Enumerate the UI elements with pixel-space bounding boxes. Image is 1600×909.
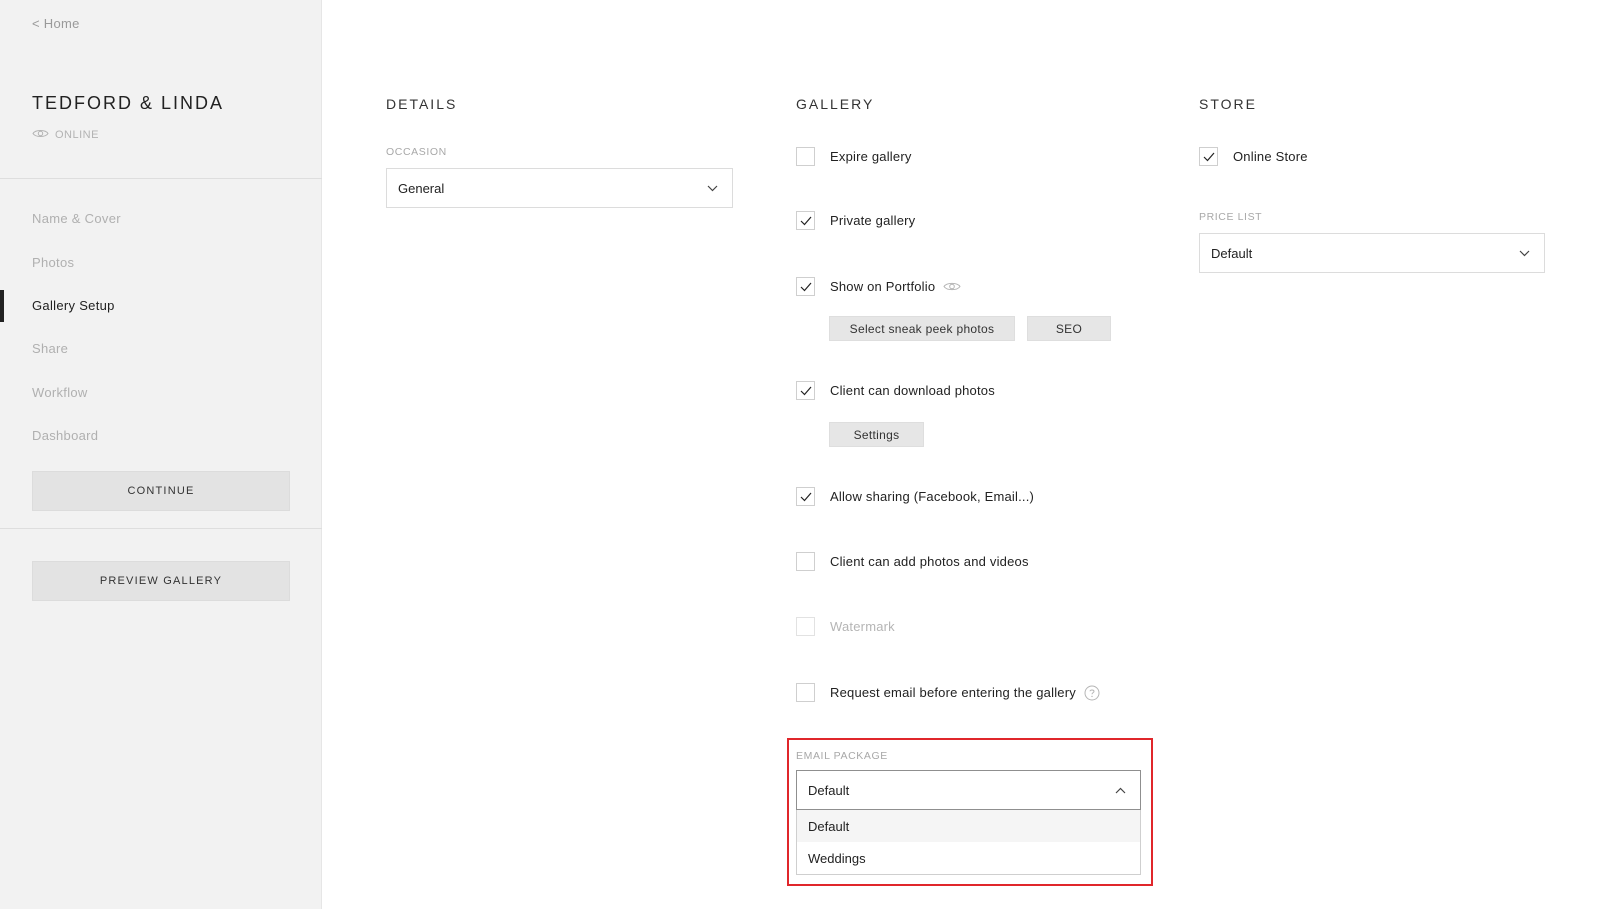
allow-sharing-label: Allow sharing (Facebook, Email...) [830, 489, 1035, 504]
allow-sharing-checkbox[interactable] [796, 487, 815, 506]
eye-icon [32, 128, 49, 142]
checkmark-icon [800, 492, 811, 501]
expire-gallery-label: Expire gallery [830, 149, 912, 164]
home-link[interactable]: < Home [32, 16, 80, 31]
dropdown-option-default[interactable]: Default [797, 810, 1140, 842]
watermark-checkbox [796, 617, 815, 636]
show-on-portfolio-label: Show on Portfolio [830, 279, 936, 294]
dropdown-option-weddings[interactable]: Weddings [797, 842, 1140, 874]
sidebar-item-photos[interactable]: Photos [0, 240, 322, 283]
occasion-select[interactable]: General [386, 168, 733, 208]
private-gallery-checkbox[interactable] [796, 211, 815, 230]
continue-button[interactable]: CONTINUE [32, 471, 290, 511]
preview-gallery-button[interactable]: PREVIEW GALLERY [32, 561, 290, 601]
show-on-portfolio-option[interactable]: Show on Portfolio [796, 277, 961, 296]
chevron-down-icon [1518, 247, 1530, 259]
price-list-value: Default [1211, 245, 1253, 261]
email-package-label: EMAIL PACKAGE [796, 750, 888, 762]
help-icon[interactable] [1084, 685, 1100, 701]
sidebar-item-gallery-setup[interactable]: Gallery Setup [0, 284, 322, 327]
watermark-label: Watermark [830, 619, 895, 634]
online-store-option[interactable]: Online Store [1199, 147, 1308, 166]
online-store-label: Online Store [1233, 149, 1308, 164]
sidebar-nav: Name & Cover Photos Gallery Setup Share … [0, 197, 322, 457]
store-title: STORE [1199, 96, 1257, 112]
expire-gallery-checkbox[interactable] [796, 147, 815, 166]
details-title: DETAILS [386, 96, 458, 112]
request-email-label: Request email before entering the galler… [830, 685, 1076, 700]
chevron-down-icon [706, 182, 718, 194]
email-package-value: Default [808, 782, 850, 798]
sidebar-divider [0, 528, 322, 529]
allow-sharing-option[interactable]: Allow sharing (Facebook, Email...) [796, 487, 1034, 506]
expire-gallery-option[interactable]: Expire gallery [796, 147, 912, 166]
client-download-checkbox[interactable] [796, 381, 815, 400]
request-email-checkbox[interactable] [796, 683, 815, 702]
occasion-value: General [398, 180, 445, 196]
price-list-label: PRICE LIST [1199, 211, 1263, 223]
email-package-options: Default Weddings [796, 810, 1141, 875]
online-store-checkbox[interactable] [1199, 147, 1218, 166]
checkmark-icon [1203, 152, 1214, 161]
sidebar-item-dashboard[interactable]: Dashboard [0, 414, 322, 457]
client-add-photos-option[interactable]: Client can add photos and videos [796, 552, 1029, 571]
online-status-label: ONLINE [55, 129, 99, 141]
client-download-label: Client can download photos [830, 383, 995, 398]
gallery-title: TEDFORD & LINDA [32, 93, 225, 113]
request-email-option[interactable]: Request email before entering the galler… [796, 683, 1100, 702]
show-on-portfolio-checkbox[interactable] [796, 277, 815, 296]
seo-button[interactable]: SEO [1027, 316, 1111, 341]
price-list-select[interactable]: Default [1199, 233, 1545, 273]
chevron-up-icon [1114, 784, 1126, 796]
download-settings-button[interactable]: Settings [829, 422, 924, 447]
checkmark-icon [800, 386, 811, 395]
sidebar-item-share[interactable]: Share [0, 327, 322, 370]
checkmark-icon [800, 216, 811, 225]
private-gallery-option[interactable]: Private gallery [796, 211, 915, 230]
checkmark-icon [800, 282, 811, 291]
sidebar-item-name-cover[interactable]: Name & Cover [0, 197, 322, 240]
sidebar: < Home TEDFORD & LINDA ONLINE Name & Cov… [0, 0, 322, 909]
select-sneak-peek-button[interactable]: Select sneak peek photos [829, 316, 1015, 341]
gallery-title-heading: GALLERY [796, 96, 875, 112]
sidebar-divider [0, 178, 322, 179]
client-download-option[interactable]: Client can download photos [796, 381, 995, 400]
email-package-select[interactable]: Default [796, 770, 1141, 810]
sidebar-item-workflow[interactable]: Workflow [0, 371, 322, 414]
private-gallery-label: Private gallery [830, 213, 916, 228]
online-status: ONLINE [32, 128, 99, 142]
occasion-label: OCCASION [386, 146, 447, 158]
eye-icon[interactable] [943, 281, 961, 292]
client-add-photos-checkbox[interactable] [796, 552, 815, 571]
client-add-photos-label: Client can add photos and videos [830, 554, 1029, 569]
watermark-option: Watermark [796, 617, 895, 636]
